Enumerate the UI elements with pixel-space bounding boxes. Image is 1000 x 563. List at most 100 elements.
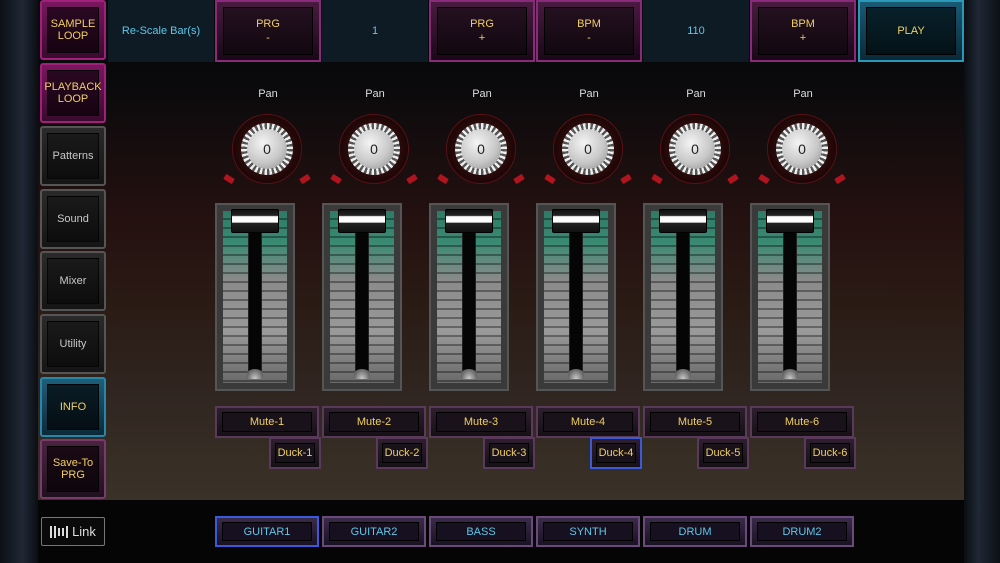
prg-minus-button[interactable]: PRG - xyxy=(215,0,321,62)
side-menu-mixer-button[interactable]: Mixer xyxy=(40,251,106,311)
pan-knob-ring: 0 xyxy=(232,114,302,184)
prg-plus-label: PRG + xyxy=(470,18,494,44)
pan-knob-6[interactable]: 0 xyxy=(757,114,847,194)
prg-value-display: 1 xyxy=(322,0,428,62)
channel-name: GUITAR1 xyxy=(243,525,291,538)
pan-knob-ring: 0 xyxy=(553,114,623,184)
channel-name: SYNTH xyxy=(569,525,607,538)
duck-label: Duck-3 xyxy=(491,447,527,459)
fader-handle[interactable] xyxy=(338,209,386,233)
mute-button-4[interactable]: Mute-4 xyxy=(536,406,640,438)
volume-fader-6[interactable] xyxy=(750,203,830,391)
fader-track xyxy=(462,219,476,377)
volume-fader-2[interactable] xyxy=(322,203,402,391)
channel-select-5[interactable]: DRUM xyxy=(643,516,747,547)
mute-button-6[interactable]: Mute-6 xyxy=(750,406,854,438)
fader-handle[interactable] xyxy=(659,209,707,233)
pan-tick-left xyxy=(437,173,449,185)
channel-select-1[interactable]: GUITAR1 xyxy=(215,516,319,547)
prg-plus-button[interactable]: PRG + xyxy=(429,0,535,62)
pan-label: Pan xyxy=(472,88,492,100)
pan-tick-left xyxy=(330,173,342,185)
duck-button-3[interactable]: Duck-3 xyxy=(483,437,535,469)
rescale-bars-button[interactable]: Re-Scale Bar(s) xyxy=(108,0,214,62)
side-menu-sound-button[interactable]: Sound xyxy=(40,189,106,249)
side-menu-sample-loop-button[interactable]: SAMPLE LOOP xyxy=(40,0,106,60)
side-menu-label: Patterns xyxy=(52,150,94,162)
side-menu-utility-button[interactable]: Utility xyxy=(40,314,106,374)
bpm-plus-label: BPM + xyxy=(791,18,815,44)
mute-label: Mute-2 xyxy=(356,416,392,428)
duck-label: Duck-6 xyxy=(812,447,848,459)
mute-button-3[interactable]: Mute-3 xyxy=(429,406,533,438)
pan-tick-right xyxy=(620,173,632,185)
rescale-bars-label: Re-Scale Bar(s) xyxy=(121,25,201,37)
fader-track xyxy=(569,219,583,377)
side-menu-info-button[interactable]: INFO xyxy=(40,377,106,437)
bpm-plus-button[interactable]: BPM + xyxy=(750,0,856,62)
mute-label: Mute-3 xyxy=(463,416,499,428)
bpm-value-display: 110 xyxy=(643,0,749,62)
pan-tick-right xyxy=(834,173,846,185)
side-menu-label: INFO xyxy=(59,401,87,413)
volume-fader-5[interactable] xyxy=(643,203,723,391)
pan-knob-1[interactable]: 0 xyxy=(222,114,312,194)
fader-foot xyxy=(461,369,477,379)
fader-foot xyxy=(354,369,370,379)
duck-label: Duck-4 xyxy=(598,447,634,459)
volume-fader-3[interactable] xyxy=(429,203,509,391)
pan-knob-face: 0 xyxy=(568,129,608,169)
fader-handle[interactable] xyxy=(445,209,493,233)
channel-select-2[interactable]: GUITAR2 xyxy=(322,516,426,547)
side-menu-patterns-button[interactable]: Patterns xyxy=(40,126,106,186)
duck-button-5[interactable]: Duck-5 xyxy=(697,437,749,469)
pan-tick-right xyxy=(406,173,418,185)
pan-knob-face: 0 xyxy=(675,129,715,169)
pan-tick-left xyxy=(544,173,556,185)
pan-label: Pan xyxy=(258,88,278,100)
pan-knob-ring: 0 xyxy=(767,114,837,184)
duck-label: Duck-2 xyxy=(384,447,420,459)
side-menu-label: Save-To PRG xyxy=(52,457,94,481)
mute-label: Mute-1 xyxy=(249,416,285,428)
ableton-link-logo[interactable]: Link xyxy=(41,517,105,546)
duck-button-4[interactable]: Duck-4 xyxy=(590,437,642,469)
channel-name: DRUM2 xyxy=(782,525,822,538)
bpm-minus-label: BPM - xyxy=(577,18,601,44)
pan-knob-4[interactable]: 0 xyxy=(543,114,633,194)
pan-value: 0 xyxy=(477,141,485,157)
fader-handle[interactable] xyxy=(766,209,814,233)
channel-name: GUITAR2 xyxy=(350,525,398,538)
left-frame xyxy=(0,0,38,563)
duck-button-1[interactable]: Duck-1 xyxy=(269,437,321,469)
side-menu-save-to-prg-button[interactable]: Save-To PRG xyxy=(40,439,106,499)
side-menu-playback-loop-button[interactable]: PLAYBACK LOOP xyxy=(40,63,106,123)
fader-handle[interactable] xyxy=(552,209,600,233)
channel-select-3[interactable]: BASS xyxy=(429,516,533,547)
mute-button-1[interactable]: Mute-1 xyxy=(215,406,319,438)
bpm-minus-button[interactable]: BPM - xyxy=(536,0,642,62)
pan-knob-2[interactable]: 0 xyxy=(329,114,419,194)
duck-label: Duck-1 xyxy=(277,447,313,459)
mute-button-2[interactable]: Mute-2 xyxy=(322,406,426,438)
channel-select-4[interactable]: SYNTH xyxy=(536,516,640,547)
side-menu-label: Utility xyxy=(59,338,87,350)
mute-label: Mute-4 xyxy=(570,416,606,428)
prg-minus-label: PRG - xyxy=(256,18,280,44)
play-button[interactable]: PLAY xyxy=(858,0,964,62)
fader-handle[interactable] xyxy=(231,209,279,233)
channel-select-6[interactable]: DRUM2 xyxy=(750,516,854,547)
duck-button-6[interactable]: Duck-6 xyxy=(804,437,856,469)
link-label: Link xyxy=(72,524,96,539)
pan-tick-right xyxy=(299,173,311,185)
volume-fader-4[interactable] xyxy=(536,203,616,391)
duck-button-2[interactable]: Duck-2 xyxy=(376,437,428,469)
volume-fader-1[interactable] xyxy=(215,203,295,391)
pan-knob-face: 0 xyxy=(354,129,394,169)
fader-foot xyxy=(247,369,263,379)
pan-value: 0 xyxy=(584,141,592,157)
right-frame xyxy=(964,0,1000,563)
pan-knob-5[interactable]: 0 xyxy=(650,114,740,194)
mute-button-5[interactable]: Mute-5 xyxy=(643,406,747,438)
pan-knob-3[interactable]: 0 xyxy=(436,114,526,194)
